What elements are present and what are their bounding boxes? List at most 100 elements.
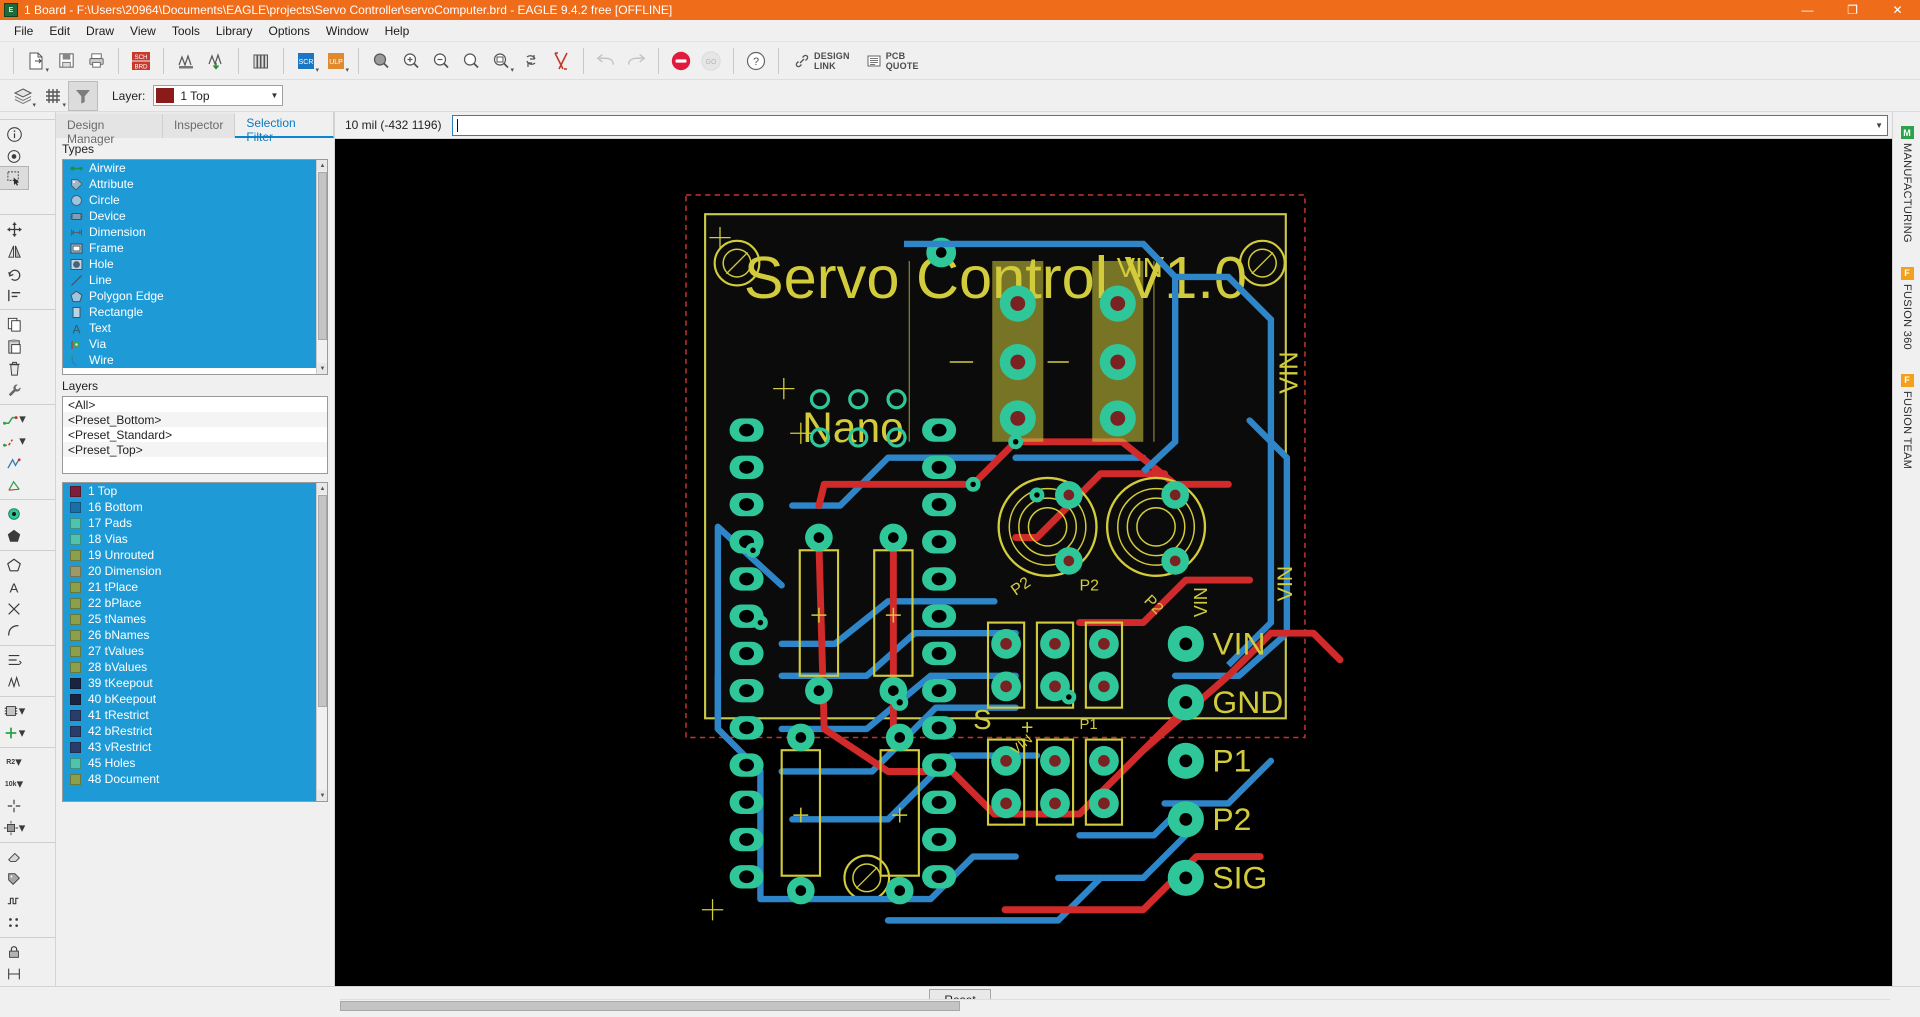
- mirror-icon[interactable]: [0, 240, 28, 262]
- via-tool-icon[interactable]: [0, 503, 28, 525]
- layer-item-22-bplace[interactable]: 22 bPlace: [63, 595, 327, 611]
- layer-item-27-tvalues[interactable]: 27 tValues: [63, 643, 327, 659]
- type-item-circle[interactable]: Circle: [63, 192, 327, 208]
- minimize-button[interactable]: —: [1785, 0, 1830, 20]
- layer-item-28-bvalues[interactable]: 28 bValues: [63, 659, 327, 675]
- layer-item-39-tkeepout[interactable]: 39 tKeepout: [63, 675, 327, 691]
- text-tool-icon[interactable]: A: [0, 576, 28, 598]
- layer-presets-list[interactable]: <All> <Preset_Bottom> <Preset_Standard> <Pr…: [62, 396, 328, 474]
- type-item-attribute[interactable]: Attribute: [63, 176, 327, 192]
- library-manager-icon[interactable]: [247, 47, 275, 75]
- design-link-button[interactable]: DESIGN LINK: [786, 47, 858, 75]
- menu-item-view[interactable]: View: [122, 22, 164, 40]
- type-item-dimension[interactable]: Dimension: [63, 224, 327, 240]
- pcb-drawing[interactable]: Servo Control V1.0 Nano: [335, 139, 1892, 986]
- scroll-up-icon[interactable]: ▲: [317, 160, 327, 171]
- type-item-text[interactable]: A Text: [63, 320, 327, 336]
- layer-preset-item[interactable]: <All>: [63, 397, 327, 412]
- zoom-out-icon[interactable]: [427, 47, 455, 75]
- layer-preset-item[interactable]: <Preset_Top>: [63, 442, 327, 457]
- help-icon[interactable]: ?: [742, 47, 770, 75]
- types-scrollbar[interactable]: ▲ ▼: [316, 160, 327, 374]
- miter-icon[interactable]: [0, 620, 28, 642]
- type-item-airwire[interactable]: Airwire: [63, 160, 327, 176]
- autoroute-icon[interactable]: [0, 452, 28, 474]
- autorouter-icon[interactable]: [547, 47, 575, 75]
- polygon-icon[interactable]: [0, 525, 28, 547]
- type-item-via[interactable]: Via: [63, 336, 327, 352]
- layer-item-1-top[interactable]: 1 Top: [63, 483, 327, 499]
- menu-item-file[interactable]: File: [6, 22, 41, 40]
- ratsnest-icon[interactable]: [0, 474, 28, 496]
- layers-scrollbar[interactable]: ▲ ▼: [316, 483, 327, 801]
- layer-item-17-pads[interactable]: 17 Pads: [63, 515, 327, 531]
- package-icon[interactable]: ▾: [0, 700, 28, 722]
- align-icon[interactable]: [0, 284, 28, 306]
- show-icon[interactable]: [0, 145, 28, 167]
- spread-icon[interactable]: [0, 795, 28, 817]
- cam-processor-icon[interactable]: [172, 47, 200, 75]
- tab-fusion-team[interactable]: F FUSION TEAM: [1893, 373, 1920, 469]
- smash-icon[interactable]: [0, 671, 28, 693]
- close-button[interactable]: ✕: [1875, 0, 1920, 20]
- stop-icon[interactable]: [667, 47, 695, 75]
- tab-fusion-360[interactable]: F FUSION 360: [1893, 266, 1920, 350]
- layer-item-18-vias[interactable]: 18 Vias: [63, 531, 327, 547]
- types-list[interactable]: Airwire Attribute Circle Device Dimension Fra…: [62, 159, 328, 375]
- scroll-down-icon[interactable]: ▼: [317, 363, 327, 374]
- layer-item-40-bkeepout[interactable]: 40 bKeepout: [63, 691, 327, 707]
- layer-preset-item[interactable]: <Preset_Bottom>: [63, 412, 327, 427]
- script-icon[interactable]: SCR ▾: [292, 47, 320, 75]
- wrench-icon[interactable]: [0, 379, 28, 401]
- grid-icon[interactable]: ▾: [39, 82, 67, 110]
- select-group-icon[interactable]: [0, 166, 29, 190]
- type-item-device[interactable]: Device: [63, 208, 327, 224]
- type-item-hole[interactable]: Hole: [63, 256, 327, 272]
- export-icon[interactable]: [202, 47, 230, 75]
- zoom-redraw-icon[interactable]: [457, 47, 485, 75]
- layer-item-19-unrouted[interactable]: 19 Unrouted: [63, 547, 327, 563]
- tab-manufacturing[interactable]: M MANUFACTURING: [1893, 126, 1920, 243]
- layer-item-43-vrestrict[interactable]: 43 vRestrict: [63, 739, 327, 755]
- info-icon[interactable]: [0, 123, 28, 145]
- zoom-select-icon[interactable]: ▾: [487, 47, 515, 75]
- command-input[interactable]: ▼: [451, 114, 1888, 136]
- maximize-button[interactable]: ❐: [1830, 0, 1875, 20]
- chevron-down-icon[interactable]: ▼: [1875, 121, 1883, 130]
- value-icon[interactable]: 10k ▾: [0, 773, 28, 795]
- type-item-line[interactable]: Line: [63, 272, 327, 288]
- tag-icon[interactable]: [0, 868, 28, 890]
- save-icon[interactable]: [52, 47, 80, 75]
- tab-selection-filter[interactable]: Selection Filter: [235, 112, 334, 144]
- locate-icon[interactable]: ▾: [0, 817, 28, 839]
- measure-icon[interactable]: [0, 963, 28, 985]
- scroll-up-icon[interactable]: ▲: [317, 483, 327, 494]
- refresh-icon[interactable]: [517, 47, 545, 75]
- eraser-icon[interactable]: [0, 846, 28, 868]
- tab-design-manager[interactable]: Design Manager: [56, 114, 163, 146]
- open-icon[interactable]: ▾: [22, 47, 50, 75]
- ripup-icon[interactable]: ▾: [0, 430, 28, 452]
- layers-list[interactable]: 1 Top 16 Bottom 17 Pads 18 Vias 19 Unrouted 2…: [62, 482, 328, 802]
- layer-item-42-brestrict[interactable]: 42 bRestrict: [63, 723, 327, 739]
- replace-icon[interactable]: R2 ▾: [0, 751, 28, 773]
- menu-item-draw[interactable]: Draw: [78, 22, 122, 40]
- zoom-in-icon[interactable]: [397, 47, 425, 75]
- hscroll-thumb[interactable]: [340, 1001, 960, 1011]
- layer-item-16-bottom[interactable]: 16 Bottom: [63, 499, 327, 515]
- paste-icon[interactable]: [0, 335, 28, 357]
- canvas-horizontal-scrollbar[interactable]: [340, 999, 1890, 1012]
- type-item-polygon-edge[interactable]: Polygon Edge: [63, 288, 327, 304]
- route-icon[interactable]: ▾: [0, 408, 28, 430]
- layer-item-20-dimension[interactable]: 20 Dimension: [63, 563, 327, 579]
- pentagon-icon[interactable]: [0, 554, 28, 576]
- ulp-icon[interactable]: ULP ▾: [322, 47, 350, 75]
- layer-settings-icon[interactable]: ▾: [9, 82, 37, 110]
- print-icon[interactable]: [82, 47, 110, 75]
- types-scroll-thumb[interactable]: [318, 172, 327, 340]
- type-item-wire[interactable]: Wire: [63, 352, 327, 368]
- copy-icon[interactable]: [0, 313, 28, 335]
- move-icon[interactable]: [0, 218, 28, 240]
- pcb-canvas[interactable]: Servo Control V1.0 Nano: [335, 139, 1892, 986]
- scroll-down-icon[interactable]: ▼: [317, 790, 327, 801]
